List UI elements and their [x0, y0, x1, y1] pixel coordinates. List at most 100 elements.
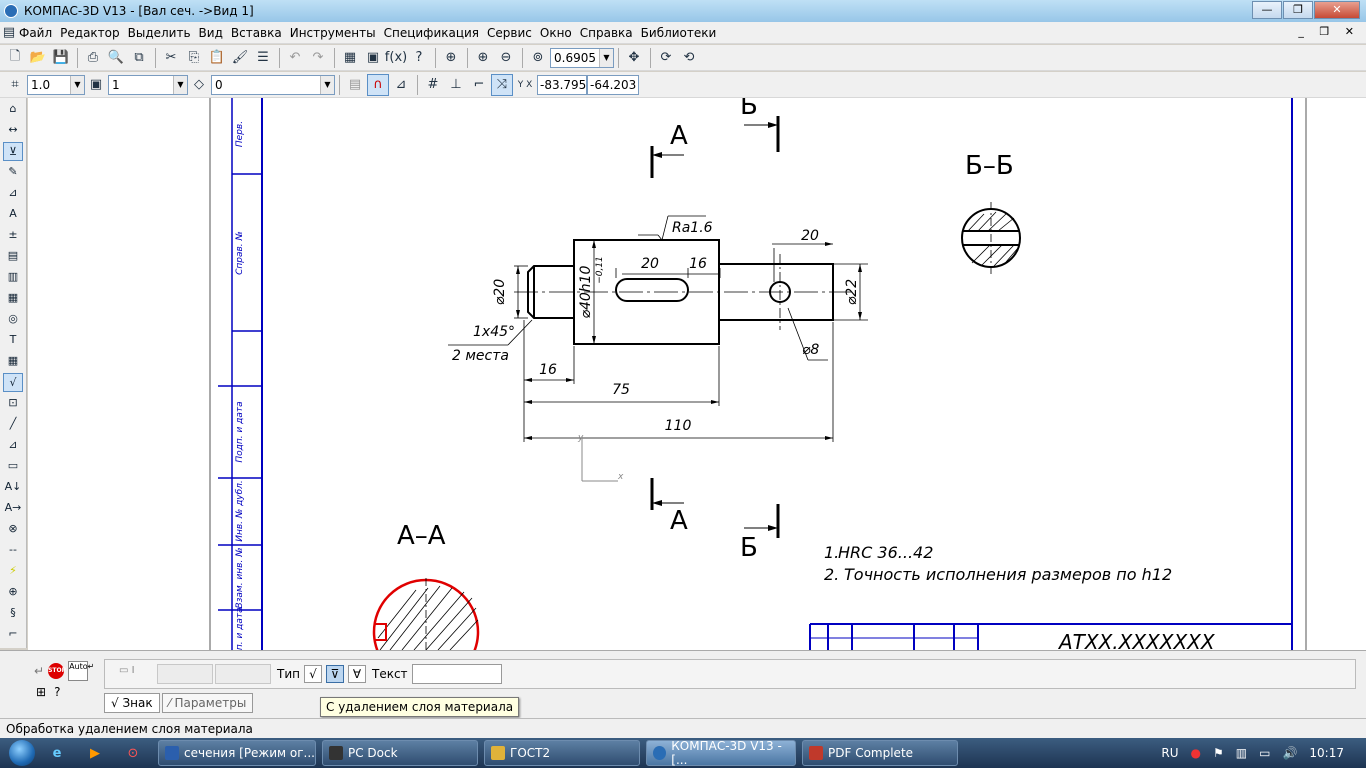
- coord-y-field[interactable]: -64.203: [587, 74, 639, 95]
- clock[interactable]: 10:17: [1309, 746, 1344, 760]
- close-button[interactable]: ✕: [1314, 1, 1360, 19]
- edit-icon[interactable]: ✎: [3, 163, 23, 182]
- zoom-window-icon[interactable]: ⊕: [440, 47, 462, 69]
- menu-file[interactable]: Файл: [19, 26, 60, 40]
- base-icon[interactable]: ⊡: [3, 394, 23, 413]
- format-painter-icon[interactable]: 🖌: [229, 47, 251, 69]
- save-icon[interactable]: 💾: [50, 47, 72, 69]
- ie-icon[interactable]: e: [44, 741, 70, 765]
- print-icon[interactable]: ⎙: [82, 47, 104, 69]
- view-icon[interactable]: ▣: [85, 74, 107, 96]
- antivirus-icon[interactable]: ●: [1191, 746, 1201, 760]
- y-field[interactable]: [215, 664, 271, 684]
- regen-icon[interactable]: ⟲: [678, 47, 700, 69]
- help-icon[interactable]: ?: [54, 685, 60, 699]
- preview-icon[interactable]: 🔍: [105, 47, 127, 69]
- reports-icon[interactable]: ▦: [3, 289, 23, 308]
- minimize-button[interactable]: —: [1252, 1, 1282, 19]
- position-icon[interactable]: ▭ I: [119, 665, 157, 683]
- leader-icon[interactable]: ╱: [3, 415, 23, 434]
- mark-icon[interactable]: ⚡: [3, 562, 23, 581]
- flag-icon[interactable]: ⚑: [1213, 746, 1224, 760]
- spec-icon[interactable]: ▥: [3, 268, 23, 287]
- app-icon[interactable]: ⊙: [120, 741, 146, 765]
- task-kompas[interactable]: КОМПАС-3D V13 - [...: [646, 739, 796, 767]
- network-icon[interactable]: ▭: [1259, 746, 1270, 760]
- zoom-out-icon[interactable]: ⊖: [495, 47, 517, 69]
- layer-combo[interactable]: 0 ▼: [211, 74, 335, 95]
- help-cursor-icon[interactable]: ?: [408, 47, 430, 69]
- undo-icon[interactable]: ↶: [284, 47, 306, 69]
- properties-icon[interactable]: ☰: [252, 47, 274, 69]
- position-icon[interactable]: ⊿: [3, 436, 23, 455]
- snap-magnet-icon[interactable]: ∩: [367, 73, 389, 96]
- task-sections[interactable]: сечения [Режим ог...: [158, 740, 316, 766]
- stop-button[interactable]: STOP: [48, 663, 66, 679]
- break-line-icon[interactable]: §: [3, 604, 23, 623]
- layout-icon[interactable]: ⧉: [128, 47, 150, 69]
- cut-icon[interactable]: ✂: [160, 47, 182, 69]
- axis-icon[interactable]: --: [3, 541, 23, 560]
- document-icon[interactable]: ▤: [0, 24, 18, 42]
- tab-sign[interactable]: √ Знак: [104, 693, 160, 713]
- task-gost2[interactable]: ГОСТ2: [484, 740, 640, 766]
- text-icon[interactable]: T: [3, 331, 23, 350]
- menu-view[interactable]: Вид: [199, 26, 231, 40]
- round-icon[interactable]: ⤨: [491, 73, 513, 96]
- redo-icon[interactable]: ↷: [307, 47, 329, 69]
- variables-icon[interactable]: f(x): [385, 47, 407, 69]
- notation-icon[interactable]: ⊻: [3, 142, 23, 161]
- volume-icon[interactable]: 🔊: [1282, 746, 1297, 760]
- menu-specification[interactable]: Спецификация: [384, 26, 487, 40]
- refresh-icon[interactable]: ⟳: [655, 47, 677, 69]
- geometry-icon[interactable]: ⌂: [3, 100, 23, 119]
- type-no-removal-button[interactable]: ∀: [347, 665, 366, 683]
- menu-tools[interactable]: Инструменты: [290, 26, 384, 40]
- step-combo[interactable]: 1.0 ▼: [27, 74, 85, 95]
- layer-icon[interactable]: ◇: [188, 74, 210, 96]
- new-file-icon[interactable]: 🗋: [4, 47, 26, 69]
- view-arrow-icon[interactable]: A→: [3, 499, 23, 518]
- text-field[interactable]: [411, 664, 502, 684]
- parametrization-icon[interactable]: ⊿: [3, 184, 23, 203]
- menu-insert[interactable]: Вставка: [231, 26, 290, 40]
- zoom-all-icon[interactable]: ⊚: [527, 47, 549, 69]
- menu-service[interactable]: Сервис: [487, 26, 540, 40]
- paste-icon[interactable]: 📋: [206, 47, 228, 69]
- type-removal-button[interactable]: ⊽: [325, 665, 344, 683]
- library-icon[interactable]: ▣: [362, 47, 384, 69]
- drawing-canvas[interactable]: Перв. Справ. № Подп. и дата Инв. № дубл.…: [28, 98, 1366, 650]
- task-pdf[interactable]: PDF Complete: [802, 740, 958, 766]
- dimensions-icon[interactable]: ↔: [3, 121, 23, 140]
- collapse-icon[interactable]: ⊞: [36, 685, 46, 699]
- wave-icon[interactable]: ⊗: [3, 520, 23, 539]
- local-cs-icon[interactable]: ⊥: [445, 74, 467, 96]
- grid-icon[interactable]: #: [422, 74, 444, 96]
- task-pcdock[interactable]: PC Dock: [322, 740, 478, 766]
- tab-params[interactable]: ⁄ Параметры: [161, 693, 254, 713]
- associative-views-icon[interactable]: ▤: [3, 247, 23, 266]
- insert-icon[interactable]: ◎: [3, 310, 23, 329]
- language-indicator[interactable]: RU: [1161, 746, 1178, 760]
- menu-help[interactable]: Справка: [580, 26, 641, 40]
- coord-x-field[interactable]: -83.795: [537, 74, 587, 95]
- section-line-icon[interactable]: A↓: [3, 478, 23, 497]
- pan-icon[interactable]: ✥: [623, 47, 645, 69]
- x-field[interactable]: [157, 664, 213, 684]
- layer-state-icon[interactable]: ▤: [344, 74, 366, 96]
- coord-icon[interactable]: Y X: [514, 74, 536, 96]
- zoom-in-icon[interactable]: ⊕: [472, 47, 494, 69]
- type-basic-button[interactable]: √: [303, 665, 322, 683]
- center-icon[interactable]: ⊕: [3, 583, 23, 602]
- media-player-icon[interactable]: ▶: [82, 741, 108, 765]
- table-icon[interactable]: ▦: [3, 352, 23, 371]
- menu-editor[interactable]: Редактор: [60, 26, 127, 40]
- menu-select[interactable]: Выделить: [128, 26, 199, 40]
- corner-icon[interactable]: ⌐: [3, 625, 23, 644]
- menu-window[interactable]: Окно: [540, 26, 580, 40]
- manager-icon[interactable]: ▦: [339, 47, 361, 69]
- device-icon[interactable]: ▥: [1236, 746, 1247, 760]
- enter-icon[interactable]: ↵: [34, 664, 44, 678]
- document-window-controls[interactable]: _ ❐ ✕: [1298, 25, 1360, 38]
- menu-libraries[interactable]: Библиотеки: [641, 26, 725, 40]
